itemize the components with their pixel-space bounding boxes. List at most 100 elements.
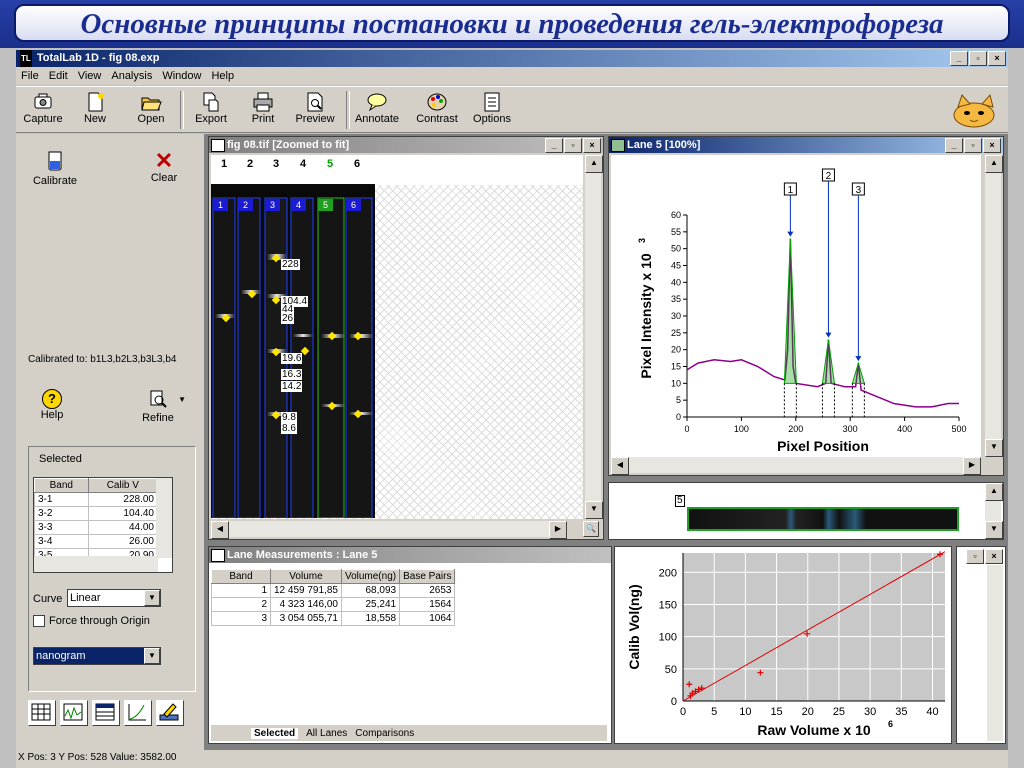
lane-header[interactable]: 2: [238, 199, 253, 211]
scroll-up-icon[interactable]: ▲: [985, 483, 1003, 501]
menu-analysis[interactable]: Analysis: [106, 70, 157, 82]
profile-view-button[interactable]: [60, 700, 88, 726]
restore-button[interactable]: ▫: [969, 51, 987, 66]
edge-vscroll[interactable]: [987, 565, 1003, 741]
gel-hscroll[interactable]: ◀ ▶: [211, 521, 567, 539]
scroll-down-icon[interactable]: ▼: [585, 501, 603, 519]
profile-hscroll[interactable]: ◀ ▶: [611, 457, 981, 475]
curve-select[interactable]: Linear ▼: [67, 589, 161, 607]
chevron-down-icon[interactable]: ▼: [144, 590, 160, 606]
edit-view-button[interactable]: [156, 700, 184, 726]
band-list-vscroll[interactable]: [156, 478, 172, 558]
hidden-window-edge[interactable]: ▫ ×: [956, 546, 1006, 744]
calib-column-header[interactable]: Calib V: [87, 478, 159, 493]
strip-vscroll[interactable]: ▲ ▼: [985, 483, 1003, 539]
lanes-view-button[interactable]: [92, 700, 120, 726]
measure-col-band[interactable]: Band: [211, 569, 271, 584]
contrast-button[interactable]: Contrast: [412, 90, 462, 130]
gel-image[interactable]: [211, 184, 375, 519]
lane-header[interactable]: 6: [346, 199, 361, 211]
tab-comparisons[interactable]: Comparisons: [355, 728, 414, 739]
measure-col-base-pairs[interactable]: Base Pairs: [399, 569, 456, 584]
scroll-left-icon[interactable]: ◀: [611, 457, 629, 475]
calibration-chart-window[interactable]: 0 5 10 15 20 25 30 35 40 0 50 100 150 200 Raw Volume x…: [614, 546, 952, 744]
menu-file[interactable]: File: [16, 70, 44, 82]
band-list-hscroll[interactable]: [34, 556, 158, 572]
profile-vscroll[interactable]: ▲ ▼: [985, 155, 1003, 457]
scroll-right-icon[interactable]: ▶: [963, 457, 981, 475]
preview-button[interactable]: Preview: [292, 90, 338, 130]
close-button[interactable]: ×: [983, 138, 1001, 153]
lane-header[interactable]: 4: [291, 199, 306, 211]
band-tag[interactable]: 16.3: [281, 369, 303, 380]
gel-window-titlebar[interactable]: fig 08.tif [Zoomed to fit] _ ▫ ×: [209, 137, 603, 153]
band-tag[interactable]: 9.8: [281, 412, 297, 423]
measure-col-volume-ng[interactable]: Volume(ng): [340, 569, 401, 584]
band-tag[interactable]: 26: [281, 313, 295, 324]
minimize-button[interactable]: _: [545, 138, 563, 153]
close-button[interactable]: ×: [988, 51, 1006, 66]
force-origin-checkbox[interactable]: [33, 615, 45, 627]
clear-button[interactable]: ✕ Clear: [142, 150, 186, 185]
restore-button[interactable]: ▫: [966, 549, 984, 564]
help-button[interactable]: ? Help: [32, 389, 72, 421]
scroll-down-icon[interactable]: ▼: [985, 439, 1003, 457]
table-row[interactable]: 3-3 44.00: [34, 520, 159, 535]
close-button[interactable]: ×: [985, 549, 1003, 564]
lane-profile-window[interactable]: Lane 5 [100%] _ ▫ × 0 100 200 300 400 500 0 5 10…: [608, 136, 1004, 476]
zoom-icon[interactable]: 🔍: [583, 521, 599, 537]
menu-edit[interactable]: Edit: [44, 70, 73, 82]
band-column-header[interactable]: Band: [34, 478, 89, 493]
table-row[interactable]: 3-1 228.00: [34, 492, 159, 507]
measure-col-volume[interactable]: Volume: [270, 569, 342, 584]
curve-view-button[interactable]: [124, 700, 152, 726]
restore-button[interactable]: ▫: [564, 138, 582, 153]
table-row[interactable]: 1 12 459 791,85 68,093 2653: [211, 583, 456, 598]
measurements-window[interactable]: Lane Measurements : Lane 5 Band Volume V…: [208, 546, 612, 744]
lane-strip-window[interactable]: 5 ▲ ▼: [608, 482, 1004, 540]
print-button[interactable]: Print: [240, 90, 286, 130]
gel-vscroll[interactable]: ▲ ▼: [585, 155, 603, 519]
tab-all-lanes[interactable]: All Lanes: [306, 728, 347, 739]
refine-button[interactable]: ▼ Refine: [130, 389, 186, 424]
scroll-up-icon[interactable]: ▲: [585, 155, 603, 173]
band-tag[interactable]: 19.6: [281, 353, 303, 364]
open-button[interactable]: Open: [128, 90, 174, 130]
export-button[interactable]: Export: [188, 90, 234, 130]
table-row[interactable]: 3-2 104.40: [34, 506, 159, 521]
minimize-button[interactable]: _: [945, 138, 963, 153]
force-origin-option[interactable]: Force through Origin: [33, 615, 150, 627]
close-button[interactable]: ×: [583, 138, 601, 153]
band-list[interactable]: Band Calib V 3-1 228.00 3-2 104.40 3-3 44.0…: [33, 477, 173, 573]
measurements-table[interactable]: Band Volume Volume(ng) Base Pairs 1 12 45…: [211, 569, 456, 626]
dropdown-arrow-icon[interactable]: ▼: [178, 395, 186, 404]
band-tag[interactable]: 8.6: [281, 423, 297, 434]
menu-window[interactable]: Window: [157, 70, 206, 82]
lane-header[interactable]: 1: [213, 199, 228, 211]
table-row[interactable]: 3-4 26.00: [34, 534, 159, 549]
table-row[interactable]: 24 323 146,00 25,241 1564: [211, 597, 456, 612]
scroll-left-icon[interactable]: ◀: [211, 521, 229, 539]
table-view-button[interactable]: [28, 700, 56, 726]
lane-header[interactable]: 3: [265, 199, 280, 211]
app-titlebar[interactable]: TL TotalLab 1D - fig 08.exp _ ▫ ×: [16, 50, 1008, 67]
lane-window-titlebar[interactable]: Lane 5 [100%] _ ▫ ×: [609, 137, 1003, 153]
calibrate-button[interactable]: Calibrate: [30, 150, 80, 187]
profile-chart-area[interactable]: 0 100 200 300 400 500 0 5 10 15 20 25 30 35 40 45 50 55 60…: [611, 155, 981, 457]
band-tag[interactable]: 14.2: [281, 381, 303, 392]
restore-button[interactable]: ▫: [964, 138, 982, 153]
minimize-button[interactable]: _: [950, 51, 968, 66]
table-row[interactable]: 33 054 055,71 18,558 1064: [211, 611, 456, 626]
band-tag[interactable]: 228: [281, 259, 300, 270]
tab-selected[interactable]: Selected: [251, 727, 299, 739]
chevron-down-icon[interactable]: ▼: [144, 648, 160, 664]
unit-select[interactable]: nanogram ▼: [33, 647, 161, 665]
capture-button[interactable]: Capture: [20, 90, 66, 130]
menu-help[interactable]: Help: [206, 70, 239, 82]
annotate-button[interactable]: Annotate: [352, 90, 402, 130]
lane-header[interactable]: 5: [318, 199, 333, 211]
options-button[interactable]: Options: [468, 90, 516, 130]
menu-view[interactable]: View: [73, 70, 107, 82]
scroll-right-icon[interactable]: ▶: [549, 521, 567, 539]
new-button[interactable]: New: [72, 90, 118, 130]
